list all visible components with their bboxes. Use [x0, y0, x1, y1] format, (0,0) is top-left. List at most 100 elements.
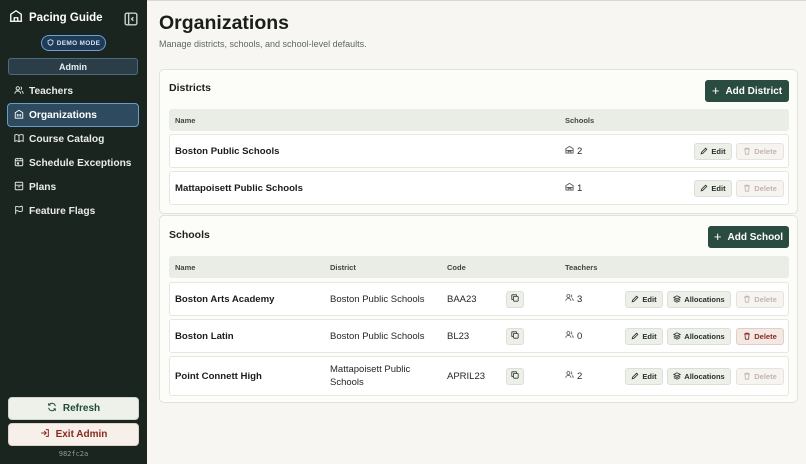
refresh-label: Refresh — [62, 403, 101, 414]
copy-code-button[interactable] — [506, 291, 524, 308]
allocations-button[interactable]: Allocations — [667, 368, 731, 385]
brand-title: Pacing Guide — [29, 12, 103, 24]
sidebar-item-feature-flags[interactable]: Feature Flags — [7, 199, 139, 223]
districts-title: Districts — [169, 82, 212, 94]
sidebar-collapse-icon[interactable] — [124, 12, 138, 26]
pencil-icon — [700, 147, 708, 157]
teacher-count-value: 2 — [577, 370, 583, 382]
sidebar-item-label: Organizations — [29, 109, 97, 121]
allocations-label: Allocations — [684, 295, 725, 304]
allocations-button[interactable]: Allocations — [667, 291, 731, 308]
edit-button[interactable]: Edit — [694, 180, 732, 197]
brand[interactable]: Pacing Guide — [9, 9, 139, 28]
edit-button[interactable]: Edit — [625, 328, 663, 345]
table-row: Mattapoisett Public Schools 1 Edit Delet… — [169, 171, 789, 205]
building-icon — [14, 109, 29, 122]
school-name: Boston Arts Academy — [175, 294, 275, 305]
sidebar-item-label: Teachers — [29, 85, 73, 97]
delete-label: Delete — [754, 295, 777, 304]
table-row: Boston Latin Boston Public Schools BL23 … — [169, 319, 789, 353]
copy-icon — [511, 371, 519, 382]
column-header-name: Name — [175, 116, 196, 125]
calendar-icon — [14, 157, 29, 170]
users-icon — [565, 330, 574, 342]
sidebar-item-course-catalog[interactable]: Course Catalog — [7, 127, 139, 151]
sidebar-item-plans[interactable]: Plans — [7, 175, 139, 199]
districts-card: Districts + Add District Name Schools Bo… — [159, 69, 798, 214]
delete-button[interactable]: Delete — [736, 368, 784, 385]
school-count: 1 — [565, 182, 582, 194]
log-out-icon — [40, 428, 50, 441]
edit-label: Edit — [642, 332, 657, 341]
teacher-count: 3 — [565, 293, 582, 305]
school-icon — [565, 145, 574, 157]
version-label: 982fc2a — [58, 450, 89, 458]
schools-table-header: Name District Code Teachers — [169, 256, 789, 278]
allocations-label: Allocations — [684, 372, 725, 381]
edit-label: Edit — [711, 184, 726, 193]
plus-icon: + — [711, 83, 720, 98]
refresh-button[interactable]: Refresh — [8, 397, 139, 420]
edit-button[interactable]: Edit — [625, 291, 663, 308]
delete-label: Delete — [754, 372, 777, 381]
delete-button[interactable]: Delete — [736, 291, 784, 308]
district-name: Mattapoisett Public Schools — [175, 183, 303, 194]
edit-button[interactable]: Edit — [625, 368, 663, 385]
admin-badge: Admin — [8, 58, 138, 75]
trash-icon — [743, 147, 751, 157]
delete-label: Delete — [754, 147, 777, 156]
school-code: BL23 — [447, 331, 470, 342]
copy-code-button[interactable] — [506, 328, 524, 345]
trash-icon — [743, 332, 751, 342]
users-icon — [565, 293, 574, 305]
school-name: Boston Latin — [175, 331, 234, 342]
copy-icon — [511, 294, 519, 305]
school-district-line: Schools — [330, 377, 364, 388]
copy-code-button[interactable] — [506, 368, 524, 385]
delete-button[interactable]: Delete — [736, 143, 784, 160]
teacher-count-value: 3 — [577, 293, 583, 305]
column-header-name: Name — [175, 263, 196, 272]
layers-icon — [673, 371, 682, 382]
exit-admin-label: Exit Admin — [55, 429, 108, 440]
pencil-icon — [700, 184, 708, 194]
allocations-button[interactable]: Allocations — [667, 328, 731, 345]
districts-table-header: Name Schools — [169, 109, 789, 131]
schools-card: Schools + Add School Name District Code … — [159, 215, 798, 403]
edit-label: Edit — [711, 147, 726, 156]
school-district: Mattapoisett Public Schools — [330, 363, 410, 389]
delete-label: Delete — [754, 184, 777, 193]
school-count-value: 2 — [577, 145, 583, 157]
trash-icon — [743, 372, 751, 382]
add-district-button[interactable]: + Add District — [705, 80, 789, 102]
pencil-icon — [631, 332, 639, 342]
edit-button[interactable]: Edit — [694, 143, 732, 160]
school-count-value: 1 — [577, 182, 583, 194]
sidebar-item-teachers[interactable]: Teachers — [7, 79, 139, 103]
exit-admin-button[interactable]: Exit Admin — [8, 423, 139, 446]
sidebar-item-schedule-exceptions[interactable]: Schedule Exceptions — [7, 151, 139, 175]
sidebar-item-label: Schedule Exceptions — [29, 157, 132, 169]
sidebar-item-organizations[interactable]: Organizations — [7, 103, 139, 127]
school-district-line: Mattapoisett Public — [330, 364, 411, 375]
trash-icon — [743, 295, 751, 305]
delete-button[interactable]: Delete — [736, 328, 784, 345]
sidebar-item-label: Feature Flags — [29, 205, 96, 217]
building-logo-icon — [9, 9, 23, 28]
edit-label: Edit — [642, 295, 657, 304]
delete-button[interactable]: Delete — [736, 180, 784, 197]
delete-label: Delete — [754, 332, 777, 341]
add-district-label: Add District — [725, 85, 783, 97]
main-content: Organizations Manage districts, schools,… — [147, 0, 806, 464]
add-school-button[interactable]: + Add School — [708, 226, 789, 248]
pencil-icon — [631, 372, 639, 382]
users-icon — [565, 370, 574, 382]
teacher-count-value: 0 — [577, 330, 583, 342]
trash-icon — [743, 184, 751, 194]
sidebar-nav: Teachers Organizations Course Catalog Sc… — [7, 79, 139, 223]
plus-icon: + — [713, 229, 722, 244]
school-icon — [565, 182, 574, 194]
layers-icon — [673, 294, 682, 305]
users-icon — [14, 85, 29, 98]
school-district: Boston Public Schools — [330, 294, 425, 305]
